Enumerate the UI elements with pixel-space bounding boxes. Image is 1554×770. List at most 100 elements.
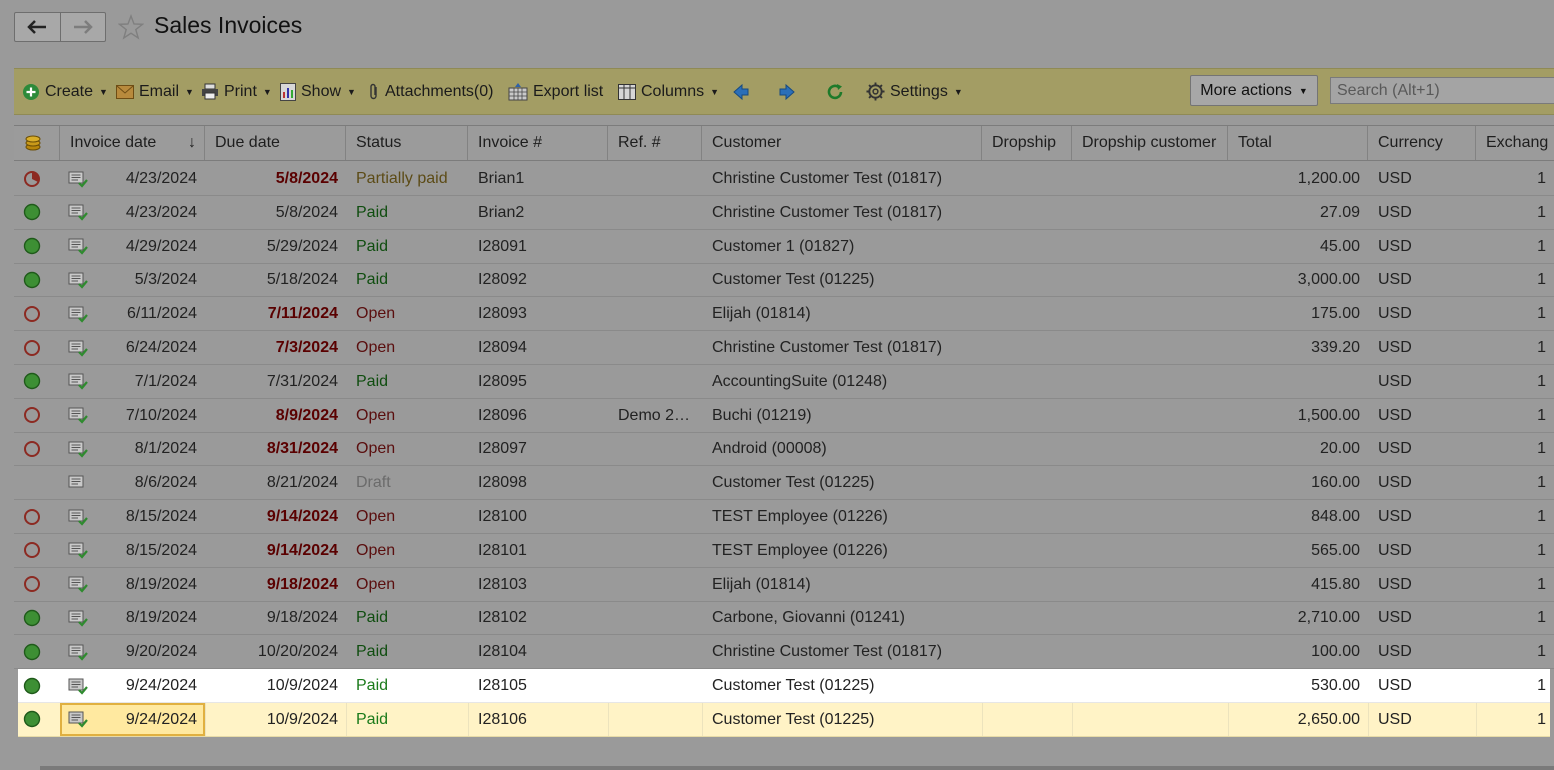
back-button[interactable] <box>15 13 60 41</box>
table-row[interactable]: 8/19/2024 9/18/2024 Paid I28102 Carbone, Gio… <box>14 601 1554 636</box>
cell-customer[interactable]: Customer Test (01225) <box>702 669 982 702</box>
cell-dropship-customer[interactable] <box>1072 162 1228 195</box>
cell-status[interactable]: Open <box>346 297 468 330</box>
cell-exchange[interactable]: 1 <box>1476 432 1554 465</box>
cell-exchange[interactable]: 1 <box>1476 365 1554 398</box>
cell-customer[interactable]: Christine Customer Test (01817) <box>702 196 982 229</box>
cell-due-date[interactable]: 7/31/2024 <box>205 365 346 398</box>
cell-customer[interactable]: Elijah (01814) <box>702 297 982 330</box>
cell-currency[interactable]: USD <box>1368 365 1476 398</box>
cell-dropship[interactable] <box>982 635 1072 668</box>
cell-status[interactable]: Paid <box>346 703 468 736</box>
table-row[interactable]: 8/19/2024 9/18/2024 Open I28103 Elijah (0181… <box>14 568 1554 602</box>
cell-total[interactable]: 530.00 <box>1228 669 1368 702</box>
cell-invoice-number[interactable]: Brian1 <box>468 162 608 195</box>
cell-due-date[interactable]: 10/20/2024 <box>205 635 346 668</box>
print-button[interactable]: Print ▼ <box>201 69 272 114</box>
header-due-date[interactable]: Due date <box>205 126 346 160</box>
cell-dropship[interactable] <box>982 331 1072 364</box>
cell-ref-number[interactable]: Demo 2… <box>608 399 702 432</box>
cell-dropship[interactable] <box>982 466 1072 499</box>
cell-due-date[interactable]: 7/11/2024 <box>205 297 346 330</box>
table-row[interactable]: 4/23/2024 5/8/2024 Partially paid Brian1 Chr… <box>14 162 1554 196</box>
table-row[interactable]: 6/11/2024 7/11/2024 Open I28093 Elijah (0181… <box>14 297 1554 332</box>
cell-dropship-customer[interactable] <box>1072 568 1228 601</box>
cell-status[interactable]: Open <box>346 331 468 364</box>
cell-exchange[interactable]: 1 <box>1476 399 1554 432</box>
cell-customer[interactable]: Christine Customer Test (01817) <box>702 635 982 668</box>
cell-due-date[interactable]: 9/14/2024 <box>205 500 346 533</box>
cell-total[interactable]: 1,500.00 <box>1228 399 1368 432</box>
cell-currency[interactable]: USD <box>1368 297 1476 330</box>
table-row[interactable]: 9/24/2024 10/9/2024 Paid I28106 Customer Tes… <box>18 702 1550 737</box>
cell-total[interactable]: 175.00 <box>1228 297 1368 330</box>
cell-customer[interactable]: Buchi (01219) <box>702 399 982 432</box>
cell-dropship-customer[interactable] <box>1072 331 1228 364</box>
header-total[interactable]: Total <box>1228 126 1368 160</box>
cell-currency[interactable]: USD <box>1368 669 1476 702</box>
cell-dropship[interactable] <box>982 162 1072 195</box>
table-row[interactable]: 4/29/2024 5/29/2024 Paid I28091 Customer 1 (… <box>14 230 1554 264</box>
cell-total[interactable]: 2,710.00 <box>1228 601 1368 634</box>
cell-currency[interactable]: USD <box>1368 568 1476 601</box>
cell-ref-number[interactable] <box>608 568 702 601</box>
cell-dropship-customer[interactable] <box>1072 703 1228 736</box>
cell-dropship-customer[interactable] <box>1072 669 1228 702</box>
cell-status[interactable]: Open <box>346 432 468 465</box>
cell-dropship-customer[interactable] <box>1072 297 1228 330</box>
cell-customer[interactable]: Android (00008) <box>702 432 982 465</box>
cell-ref-number[interactable] <box>608 196 702 229</box>
cell-currency[interactable]: USD <box>1368 399 1476 432</box>
cell-customer[interactable]: Carbone, Giovanni (01241) <box>702 601 982 634</box>
cell-ref-number[interactable] <box>608 297 702 330</box>
cell-customer[interactable]: Customer Test (01225) <box>702 263 982 296</box>
table-row[interactable]: 8/15/2024 9/14/2024 Open I28100 TEST Employe… <box>14 500 1554 534</box>
search-input[interactable] <box>1330 77 1554 104</box>
cell-dropship[interactable] <box>982 500 1072 533</box>
cell-due-date[interactable]: 7/3/2024 <box>205 331 346 364</box>
cell-currency[interactable]: USD <box>1368 230 1476 263</box>
cell-currency[interactable]: USD <box>1368 601 1476 634</box>
cell-ref-number[interactable] <box>608 331 702 364</box>
cell-due-date[interactable]: 5/8/2024 <box>205 196 346 229</box>
cell-due-date[interactable]: 9/18/2024 <box>205 568 346 601</box>
cell-dropship[interactable] <box>982 601 1072 634</box>
cell-status[interactable]: Paid <box>346 635 468 668</box>
cell-exchange[interactable]: 1 <box>1476 635 1554 668</box>
cell-invoice-number[interactable]: I28096 <box>468 399 608 432</box>
cell-currency[interactable]: USD <box>1368 635 1476 668</box>
cell-due-date[interactable]: 9/18/2024 <box>205 601 346 634</box>
cell-total[interactable] <box>1228 365 1368 398</box>
table-row[interactable]: 7/10/2024 8/9/2024 Open I28096 Demo 2… Buchi … <box>14 399 1554 433</box>
cell-status[interactable]: Paid <box>346 669 468 702</box>
cell-due-date[interactable]: 8/31/2024 <box>205 432 346 465</box>
cell-total[interactable]: 2,650.00 <box>1228 703 1368 736</box>
cell-dropship-customer[interactable] <box>1072 196 1228 229</box>
cell-due-date[interactable]: 8/9/2024 <box>205 399 346 432</box>
table-row[interactable]: 6/24/2024 7/3/2024 Open I28094 Christine Cus… <box>14 331 1554 365</box>
table-row[interactable]: 8/6/2024 8/21/2024 Draft I28098 Customer Tes… <box>14 466 1554 501</box>
cell-exchange[interactable]: 1 <box>1476 196 1554 229</box>
cell-customer[interactable]: TEST Employee (01226) <box>702 534 982 567</box>
header-currency[interactable]: Currency <box>1368 126 1476 160</box>
cell-dropship[interactable] <box>982 230 1072 263</box>
cell-customer[interactable]: Customer Test (01225) <box>702 466 982 499</box>
cell-status[interactable]: Open <box>346 500 468 533</box>
cell-dropship[interactable] <box>982 365 1072 398</box>
cell-dropship[interactable] <box>982 432 1072 465</box>
cell-status[interactable]: Open <box>346 534 468 567</box>
cell-ref-number[interactable] <box>608 162 702 195</box>
cell-customer[interactable]: TEST Employee (01226) <box>702 500 982 533</box>
columns-button[interactable]: Columns ▼ <box>618 69 719 114</box>
cell-ref-number[interactable] <box>608 601 702 634</box>
cell-total[interactable]: 1,200.00 <box>1228 162 1368 195</box>
move-down-button[interactable] <box>778 69 796 114</box>
cell-ref-number[interactable] <box>608 432 702 465</box>
cell-dropship-customer[interactable] <box>1072 365 1228 398</box>
cell-customer[interactable]: AccountingSuite (01248) <box>702 365 982 398</box>
horizontal-scrollbar[interactable] <box>40 766 1554 770</box>
cell-dropship[interactable] <box>982 568 1072 601</box>
cell-invoice-number[interactable]: I28105 <box>468 669 608 702</box>
cell-invoice-number[interactable]: I28095 <box>468 365 608 398</box>
attachments-button[interactable]: Attachments(0) <box>368 69 493 114</box>
